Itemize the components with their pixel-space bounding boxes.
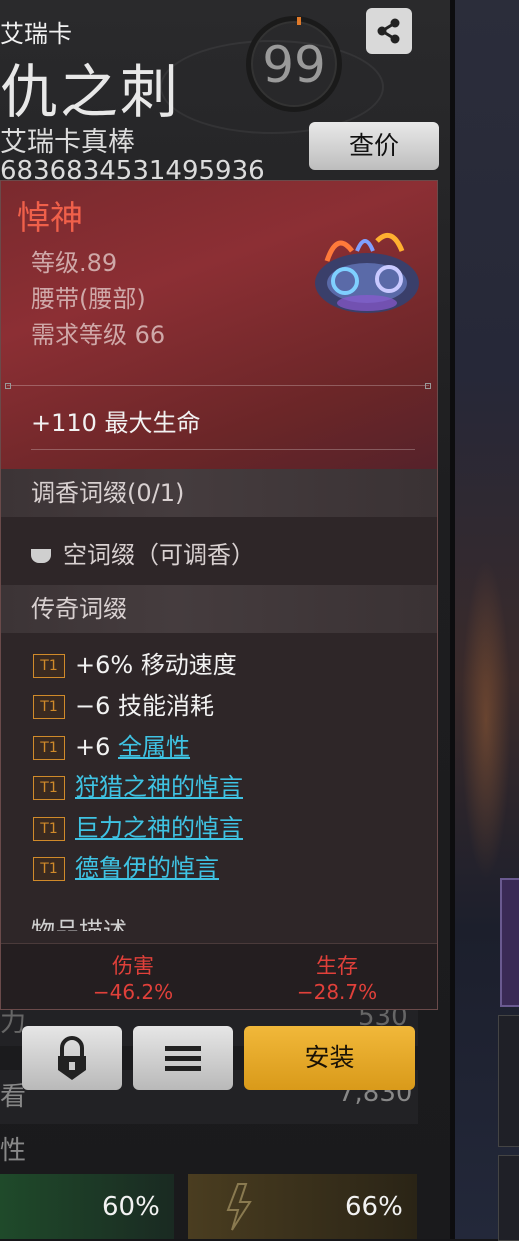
affix-row: T1 +6 全属性 <box>33 731 190 763</box>
tier-badge: T1 <box>33 736 65 760</box>
menu-icon <box>165 1046 201 1071</box>
affix-text: +6% 移动速度 <box>75 651 237 679</box>
survival-value: −28.7% <box>296 980 378 1004</box>
menu-button[interactable] <box>133 1026 233 1090</box>
lock-button[interactable] <box>22 1026 122 1090</box>
item-level: 等级.89 <box>31 249 118 277</box>
affix-row: T1 巨力之神的悼言 <box>33 812 243 844</box>
level-ring-number: 99 <box>262 36 326 94</box>
divider <box>5 383 431 389</box>
affix-row: T1 +6% 移动速度 <box>33 649 237 681</box>
tier-badge: T1 <box>33 817 65 841</box>
item-tooltip: 悼神 等级.89 腰带(腰部) 需求等级 66 +110 最大生命 调香词缀(0… <box>0 180 438 1010</box>
base-stat: +110 最大生命 <box>31 409 201 437</box>
affix-link[interactable]: 巨力之神的悼言 <box>75 814 243 842</box>
side-box <box>498 1155 519 1241</box>
owner-name: 艾瑞卡真棒 <box>0 127 135 158</box>
tune-affix-header: 调香词缀(0/1) <box>1 469 437 517</box>
resist-percent-left: 60% <box>102 1192 160 1222</box>
tier-badge: T1 <box>33 654 65 678</box>
damage-value: −46.2% <box>92 980 174 1004</box>
share-icon <box>377 18 400 44</box>
description-header-peek: 物品描述 <box>31 917 127 931</box>
side-box <box>498 1015 519 1147</box>
pot-icon <box>31 549 51 563</box>
resist-percent-right: 66% <box>345 1192 403 1222</box>
legendary-affix-header: 传奇词缀 <box>1 585 437 633</box>
required-level: 需求等级 66 <box>31 321 166 349</box>
skill-slot-card[interactable] <box>500 878 519 1007</box>
panel-divider <box>450 0 455 1239</box>
tier-badge: T1 <box>33 857 65 881</box>
affix-text: +6 <box>75 733 119 761</box>
empty-affix: 空词缀（可调香） <box>31 535 255 570</box>
tier-badge: T1 <box>33 776 65 800</box>
item-title-background: 仇之刺 <box>0 58 181 126</box>
lightning-icon <box>226 1183 252 1231</box>
tooltip-footer: 伤害 −46.2% 生存 −28.7% <box>1 943 437 1009</box>
divider <box>31 449 415 450</box>
price-check-button[interactable]: 查价 <box>309 122 439 170</box>
lock-icon <box>58 1036 86 1080</box>
belt-item-icon <box>315 232 419 313</box>
share-button[interactable] <box>366 8 412 54</box>
item-name: 悼神 <box>17 198 83 237</box>
tier-badge: T1 <box>33 695 65 719</box>
affix-row: T1 狩猎之神的悼言 <box>33 771 243 803</box>
affix-row: T1 德鲁伊的悼言 <box>33 852 219 884</box>
stat-label-partial: 性 <box>0 1136 27 1166</box>
item-slot: 腰带(腰部) <box>31 285 146 313</box>
affix-link[interactable]: 全属性 <box>118 733 190 761</box>
affix-text: −6 技能消耗 <box>75 692 215 720</box>
affix-link[interactable]: 狩猎之神的悼言 <box>75 773 243 801</box>
empty-affix-label: 空词缀（可调香） <box>63 541 255 569</box>
equip-button[interactable]: 安装 <box>244 1026 415 1090</box>
damage-label: 伤害 <box>112 954 154 978</box>
affix-link[interactable]: 德鲁伊的悼言 <box>75 854 219 882</box>
survival-label: 生存 <box>316 954 358 978</box>
character-name: 艾瑞卡 <box>0 20 72 48</box>
affix-row: T1 −6 技能消耗 <box>33 690 214 722</box>
